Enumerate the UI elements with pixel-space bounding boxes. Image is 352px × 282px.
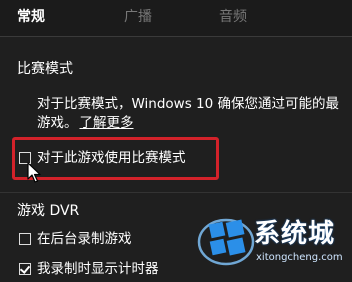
mouse-cursor-icon	[27, 162, 41, 183]
section-divider	[0, 192, 352, 193]
game-mode-description-line1: 对于比赛模式，Windows 10 确保您通过可能的最	[37, 96, 340, 112]
game-mode-description-line2: 游戏。 了解更多	[37, 113, 134, 133]
game-mode-description-line2-text: 游戏。	[37, 115, 78, 131]
game-dvr-title: 游戏 DVR	[17, 203, 80, 219]
red-highlight-frame	[12, 137, 219, 180]
background-record-label[interactable]: 在后台录制游戏	[37, 229, 132, 249]
windows-logo-icon	[197, 218, 255, 266]
show-timer-checkbox[interactable]	[19, 263, 31, 275]
tab-broadcast[interactable]: 广播	[124, 7, 152, 27]
game-bar-settings: 常规 广播 音频 比赛模式 对于比赛模式，Windows 10 确保您通过可能的…	[0, 0, 352, 282]
background-record-checkbox[interactable]	[19, 233, 31, 245]
watermark: 系统城 xitongcheng.com	[196, 205, 352, 282]
tab-general[interactable]: 常规	[17, 7, 45, 27]
learn-more-link[interactable]: 了解更多	[80, 115, 134, 131]
game-mode-title: 比赛模式	[17, 61, 73, 77]
tab-bar: 常规 广播 音频	[0, 0, 352, 37]
show-timer-label[interactable]: 我录制时显示计时器	[37, 259, 159, 279]
tab-audio[interactable]: 音频	[219, 7, 247, 27]
watermark-text: 系统城	[254, 219, 336, 249]
watermark-url: xitongcheng.com	[256, 252, 343, 263]
